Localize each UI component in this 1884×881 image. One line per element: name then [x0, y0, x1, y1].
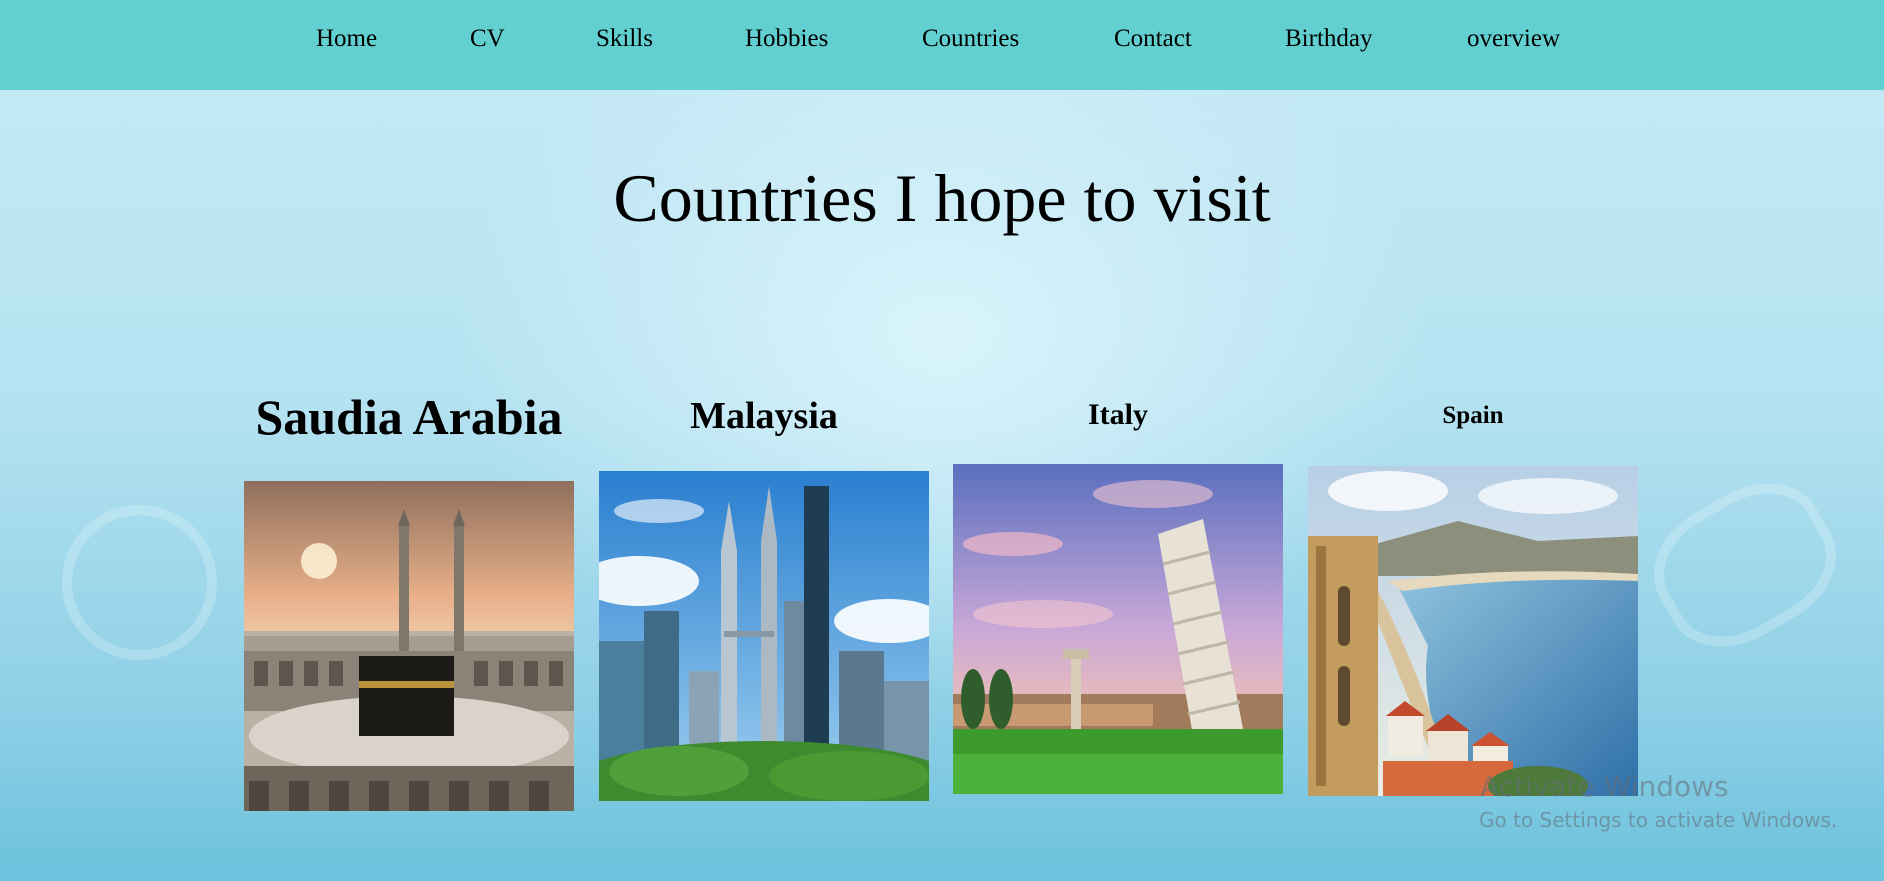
nav-link-countries[interactable]: Countries: [922, 25, 1019, 53]
country-name: Italy: [1088, 398, 1148, 431]
background-map-pin-icon: [40, 483, 239, 682]
leaning-tower-pisa-photo: [953, 464, 1283, 794]
kaaba-mecca-photo: [244, 481, 574, 811]
nav-link-birthday[interactable]: Birthday: [1285, 25, 1373, 53]
page-title: Countries I hope to visit: [613, 160, 1271, 236]
nav-link-skills[interactable]: Skills: [596, 25, 653, 53]
nav-link-cv[interactable]: CV: [470, 25, 505, 53]
nav-link-contact[interactable]: Contact: [1114, 25, 1192, 53]
country-name: Malaysia: [690, 395, 838, 437]
activate-windows-subtitle: Go to Settings to activate Windows.: [1479, 808, 1838, 832]
nav-link-overview[interactable]: overview: [1467, 25, 1560, 53]
spanish-coast-photo: [1308, 466, 1638, 796]
petronas-towers-photo: [599, 471, 929, 801]
nav-link-hobbies[interactable]: Hobbies: [745, 25, 828, 53]
country-name: Spain: [1442, 402, 1504, 429]
nav-link-home[interactable]: Home: [316, 25, 377, 53]
nav-list: Home CV Skills Hobbies Countries Contact…: [0, 0, 1884, 84]
top-navbar: Home CV Skills Hobbies Countries Contact…: [0, 0, 1884, 90]
background-plane-icon: [1632, 459, 1858, 671]
activate-windows-title: Activate Windows: [1480, 770, 1729, 803]
country-name: Saudia Arabia: [255, 389, 563, 445]
